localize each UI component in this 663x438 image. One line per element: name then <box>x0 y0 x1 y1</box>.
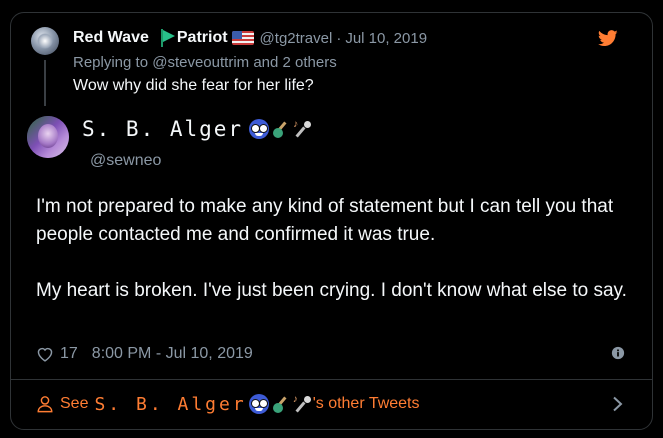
main-tweet-text: I'm not prepared to make any kind of sta… <box>36 193 636 305</box>
footer-author-name: S. B. Alger <box>94 393 247 415</box>
parent-author-name[interactable]: Red Wave <box>73 29 149 47</box>
footer-prefix: See <box>60 395 89 412</box>
guitar-icon <box>271 394 291 414</box>
guitar-icon <box>271 119 291 139</box>
main-avatar[interactable] <box>27 116 69 158</box>
like-count[interactable]: 17 <box>60 345 78 363</box>
parent-tweet-text: Wow why did she fear for her life? <box>73 77 314 94</box>
main-handle[interactable]: @sewneo <box>90 152 161 170</box>
meta-separator: · <box>336 29 342 47</box>
parent-author-label[interactable]: Patriot <box>177 29 228 47</box>
parent-avatar[interactable] <box>31 27 59 55</box>
tweet-meta-row: 17 8:00 PM - Jul 10, 2019 <box>36 343 253 365</box>
heart-icon[interactable] <box>36 346 54 362</box>
tweet-paragraph: I'm not prepared to make any kind of sta… <box>36 196 614 245</box>
nerd-face-icon <box>248 394 269 414</box>
parent-tweet-header: Red Wave Patriot @tg2travel · Jul 10, 20… <box>73 28 427 48</box>
parent-handle[interactable]: @tg2travel <box>260 30 333 47</box>
info-icon[interactable] <box>611 346 625 360</box>
footer-emoji-group: ♪ <box>248 394 313 414</box>
parent-date[interactable]: Jul 10, 2019 <box>345 30 427 47</box>
us-flag-icon <box>231 31 254 45</box>
footer-suffix: 's other Tweets <box>312 395 420 412</box>
replying-to-line: Replying to @steveouttrim and 2 others <box>73 54 337 71</box>
see-other-tweets-link[interactable]: See S. B. Alger ♪ 's other Tweets <box>36 392 420 416</box>
microphone-icon: ♪ <box>293 119 313 139</box>
microphone-icon: ♪ <box>293 394 313 414</box>
replying-prefix: Replying to <box>73 54 149 71</box>
nerd-face-icon <box>249 119 270 139</box>
tweet-paragraph: My heart is broken. I've just been cryin… <box>36 280 627 301</box>
tweet-timestamp[interactable]: 8:00 PM - Jul 10, 2019 <box>92 345 253 363</box>
replying-others-link[interactable]: and 2 others <box>253 54 336 71</box>
name-emoji-group: ♪ <box>249 119 313 139</box>
replying-mention-link[interactable]: @steveouttrim <box>152 54 249 71</box>
thread-line <box>44 60 46 106</box>
chevron-right-icon[interactable] <box>612 396 624 412</box>
footer-divider <box>11 379 652 380</box>
twitter-bird-icon[interactable] <box>598 30 618 47</box>
main-author-row: S. B. Alger ♪ <box>82 116 313 142</box>
main-display-name[interactable]: S. B. Alger <box>82 117 243 141</box>
person-icon <box>37 396 53 413</box>
flag-icon <box>160 29 175 47</box>
